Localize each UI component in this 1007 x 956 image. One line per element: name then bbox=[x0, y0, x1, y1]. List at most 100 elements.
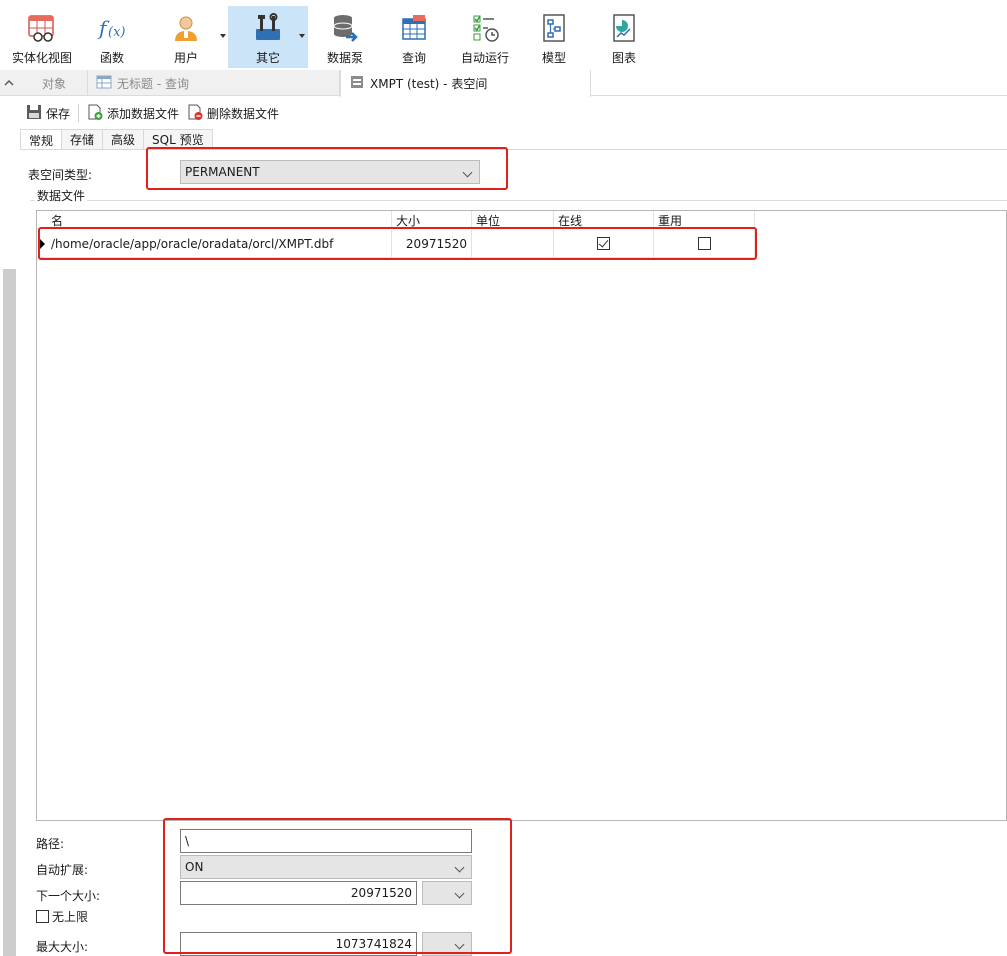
data-pump-label: 数据泵 bbox=[326, 51, 363, 65]
toolbar-separator bbox=[78, 104, 80, 122]
tablespace-type-value: PERMANENT bbox=[185, 165, 260, 179]
cell-reuse[interactable] bbox=[654, 230, 755, 258]
autoextend-select[interactable]: ON bbox=[180, 855, 472, 879]
materialized-view-button[interactable]: 实体化视图 bbox=[6, 6, 78, 68]
chevron-down-icon bbox=[454, 888, 465, 899]
max-size-unit-select[interactable] bbox=[422, 932, 472, 956]
scrollbar-thumb[interactable] bbox=[3, 269, 16, 956]
add-file-icon bbox=[87, 104, 103, 123]
automation-button[interactable]: 自动运行 bbox=[456, 6, 514, 68]
tabs-divider bbox=[20, 149, 1007, 150]
chevron-down-icon bbox=[454, 939, 465, 950]
model-label: 模型 bbox=[541, 51, 566, 65]
cell-name-value: /home/oracle/app/oracle/oradata/orcl/XMP… bbox=[51, 236, 334, 251]
user-icon bbox=[170, 12, 202, 44]
tablespace-type-select[interactable]: PERMANENT bbox=[180, 160, 480, 184]
tab-sql-preview-label: SQL 预览 bbox=[152, 133, 204, 147]
save-button[interactable]: 保存 bbox=[22, 102, 74, 124]
user-button[interactable]: 用户 bbox=[160, 6, 226, 68]
grid-header: 名 大小 单位 在线 重用 bbox=[37, 211, 755, 229]
online-checkbox[interactable] bbox=[597, 237, 610, 250]
delete-datafile-button[interactable]: 删除数据文件 bbox=[183, 102, 283, 124]
table-row[interactable]: /home/oracle/app/oracle/oradata/orcl/XMP… bbox=[37, 230, 755, 258]
column-header-reuse-label: 重用 bbox=[658, 214, 683, 228]
next-size-unit-select[interactable] bbox=[422, 881, 472, 905]
tab-storage[interactable]: 存储 bbox=[61, 129, 104, 149]
path-input[interactable]: \ bbox=[180, 829, 472, 853]
tools-icon bbox=[252, 12, 284, 44]
column-header-size-label: 大小 bbox=[396, 214, 421, 228]
automation-label: 自动运行 bbox=[460, 51, 509, 65]
column-header-unit-label: 单位 bbox=[476, 214, 501, 228]
tab-tablespace-label: XMPT (test) - 表空间 bbox=[370, 77, 488, 91]
query-button[interactable]: 查询 bbox=[396, 6, 432, 68]
document-tab-strip: 对象 无标题 - 查询 XMPT (test) - 表空间 bbox=[0, 70, 1007, 97]
datafiles-group-line bbox=[30, 200, 1007, 201]
model-button[interactable]: 模型 bbox=[536, 6, 572, 68]
add-datafile-label: 添加数据文件 bbox=[107, 106, 180, 121]
next-size-label: 下一个大小: bbox=[36, 889, 101, 903]
data-pump-icon bbox=[329, 12, 361, 44]
cell-unit[interactable] bbox=[472, 230, 554, 258]
max-size-label: 最大大小: bbox=[36, 940, 89, 954]
cell-online[interactable] bbox=[554, 230, 654, 258]
tablespace-tab-icon bbox=[349, 74, 365, 93]
cell-size-value: 20971520 bbox=[405, 236, 467, 251]
function-icon: f (x) bbox=[96, 12, 128, 44]
function-label: 函数 bbox=[99, 51, 124, 65]
tab-storage-label: 存储 bbox=[70, 133, 95, 147]
tab-sql-preview[interactable]: SQL 预览 bbox=[143, 129, 213, 149]
tab-untitled-query-label: 无标题 - 查询 bbox=[117, 76, 189, 91]
other-button[interactable]: 其它 bbox=[228, 6, 308, 68]
vertical-scrollbar[interactable] bbox=[0, 97, 18, 956]
autoextend-label: 自动扩展: bbox=[36, 863, 89, 877]
reuse-checkbox[interactable] bbox=[697, 237, 711, 250]
tab-objects[interactable]: 对象 bbox=[20, 70, 88, 96]
property-tabs: 常规 存储 高级 SQL 预览 bbox=[20, 129, 213, 150]
max-size-input[interactable]: 1073741824 bbox=[180, 932, 417, 956]
data-pump-button[interactable]: 数据泵 bbox=[322, 6, 368, 68]
cell-name[interactable]: /home/oracle/app/oracle/oradata/orcl/XMP… bbox=[37, 230, 392, 258]
tab-tablespace[interactable]: XMPT (test) - 表空间 bbox=[340, 70, 591, 97]
tab-untitled-query[interactable]: 无标题 - 查询 bbox=[88, 70, 340, 96]
query-icon bbox=[398, 12, 430, 44]
column-header-reuse[interactable]: 重用 bbox=[654, 211, 755, 229]
tab-advanced-label: 高级 bbox=[111, 133, 136, 147]
column-header-online-label: 在线 bbox=[558, 214, 583, 228]
materialized-view-icon bbox=[26, 12, 58, 44]
query-label: 查询 bbox=[401, 51, 426, 65]
max-size-value: 1073741824 bbox=[335, 937, 412, 951]
next-size-input[interactable]: 20971520 bbox=[180, 881, 417, 905]
save-icon bbox=[26, 104, 42, 123]
other-dropdown-caret-icon[interactable] bbox=[299, 34, 305, 38]
unlimited-option[interactable]: 无上限 bbox=[36, 908, 88, 925]
chart-icon bbox=[608, 12, 640, 44]
column-header-name-label: 名 bbox=[51, 214, 64, 228]
add-datafile-button[interactable]: 添加数据文件 bbox=[83, 102, 183, 124]
delete-file-icon bbox=[187, 104, 203, 123]
user-dropdown-caret-icon[interactable] bbox=[220, 34, 226, 38]
column-header-name[interactable]: 名 bbox=[37, 211, 392, 229]
delete-datafile-label: 删除数据文件 bbox=[207, 106, 280, 121]
autoextend-value: ON bbox=[185, 860, 204, 874]
tab-general[interactable]: 常规 bbox=[20, 129, 63, 150]
tablespace-type-label: 表空间类型: bbox=[28, 168, 93, 182]
datafiles-grid: 名 大小 单位 在线 重用 /home/oracle/app/oracle/or… bbox=[36, 210, 1007, 821]
column-header-online[interactable]: 在线 bbox=[554, 211, 654, 229]
function-button[interactable]: f (x) 函数 bbox=[90, 6, 134, 68]
model-icon bbox=[538, 12, 570, 44]
column-header-size[interactable]: 大小 bbox=[392, 211, 472, 229]
tab-objects-label: 对象 bbox=[42, 76, 67, 91]
tab-strip-empty-area bbox=[590, 70, 1007, 96]
unlimited-checkbox[interactable] bbox=[36, 910, 49, 923]
next-size-value: 20971520 bbox=[350, 886, 412, 900]
ribbon-toolbar: 实体化视图 f (x) 函数 用户 其它 数据泵 查询 自动运行 模型 图表 bbox=[0, 0, 1007, 70]
cell-size[interactable]: 20971520 bbox=[392, 230, 472, 258]
user-label: 用户 bbox=[173, 51, 198, 65]
collapse-up-icon[interactable] bbox=[0, 70, 18, 96]
tab-advanced[interactable]: 高级 bbox=[102, 129, 145, 149]
chevron-down-icon bbox=[462, 167, 473, 178]
chart-button[interactable]: 图表 bbox=[606, 6, 642, 68]
column-header-unit[interactable]: 单位 bbox=[472, 211, 554, 229]
save-label: 保存 bbox=[46, 106, 71, 121]
